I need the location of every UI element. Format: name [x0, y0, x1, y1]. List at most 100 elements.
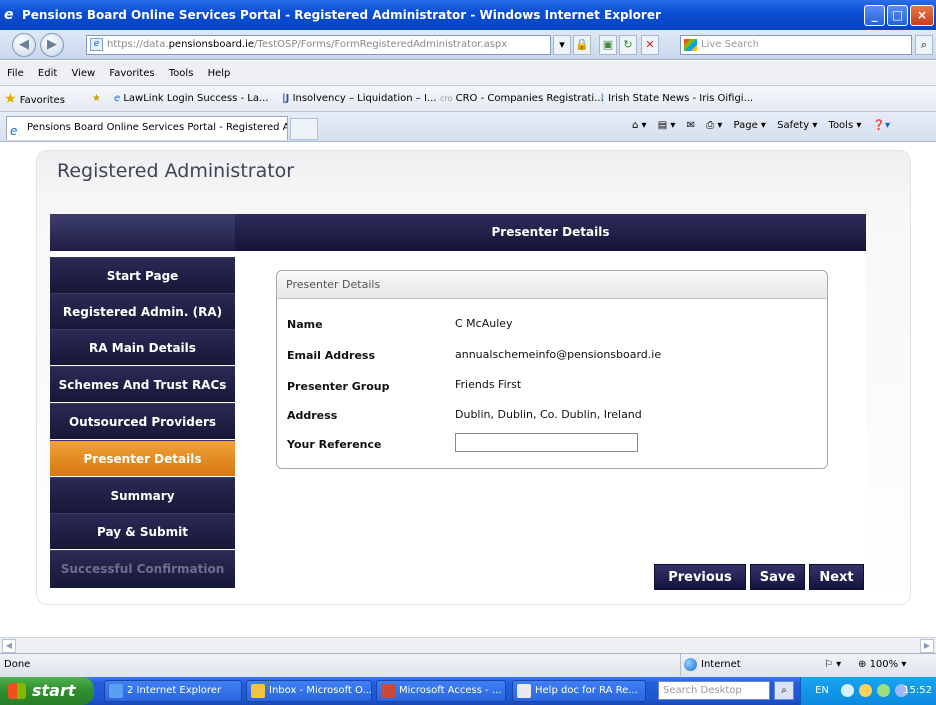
section-header: Presenter Details [235, 214, 866, 251]
new-tab-button[interactable] [290, 118, 318, 140]
nav-start-page[interactable]: Start Page [50, 257, 235, 293]
close-window-button[interactable]: × [910, 5, 934, 26]
start-button[interactable]: start [0, 677, 94, 705]
compatibility-icon[interactable]: ▣ [599, 35, 617, 55]
menu-edit[interactable]: Edit [38, 68, 57, 79]
clock: 15:52 [903, 685, 932, 696]
favorite-lawlink-label: LawLink Login Success - La... [123, 93, 269, 104]
nav-schemes-trust-racs[interactable]: Schemes And Trust RACs [50, 366, 235, 402]
task-help-doc[interactable]: Help doc for RA Re... [512, 680, 646, 702]
nav-registered-admin[interactable]: Registered Admin. (RA) [50, 293, 235, 329]
ie-page-icon: e [114, 93, 121, 104]
menu-view[interactable]: View [71, 68, 95, 79]
tray-app-icon[interactable] [859, 684, 872, 697]
email-value: annualschemeinfo@pensionsboard.ie [455, 348, 662, 361]
nav-presenter-details[interactable]: Presenter Details [50, 440, 235, 476]
favorite-insolvency-label: Insolvency – Liquidation – I... [292, 93, 437, 104]
access-icon [381, 684, 395, 698]
home-icon[interactable]: ⌂ ▾ [632, 120, 647, 131]
zoom-control[interactable]: ⊕ 100% ▾ [858, 654, 906, 676]
ie-tab-icon: e [10, 124, 18, 138]
page-menu[interactable]: Page ▾ [734, 120, 766, 131]
your-reference-input[interactable] [455, 433, 638, 452]
tray-network-icon[interactable] [877, 684, 890, 697]
j-site-icon: |J [282, 93, 290, 104]
protected-mode-icon[interactable]: ⚐ ▾ [824, 654, 841, 676]
refresh-icon[interactable]: ↻ [619, 35, 637, 55]
address-path: /TestOSP/Forms/FormRegisteredAdministrat… [254, 39, 508, 50]
desktop-search-icon[interactable]: ⌕ [774, 681, 794, 700]
system-tray: EN 15:52 [800, 677, 936, 705]
favorite-lawlink[interactable]: e LawLink Login Success - La... [114, 86, 269, 111]
task-internet-explorer[interactable]: 2 Internet Explorer [104, 680, 242, 702]
favorites-bar: ★ Favorites ★ e LawLink Login Success - … [0, 86, 936, 112]
ie-task-icon [109, 684, 123, 698]
help-icon[interactable]: ❓▾ [873, 120, 890, 131]
live-search-placeholder: Live Search [701, 39, 759, 50]
favorite-cro[interactable]: cro CRO - Companies Registrati... [440, 86, 604, 111]
favorites-button[interactable]: ★ Favorites [4, 86, 65, 111]
favorite-iris-label: Irish State News - Iris Oifigi... [608, 93, 754, 104]
favorite-iris[interactable]: ⌇ Irish State News - Iris Oifigi... [600, 86, 754, 111]
back-button[interactable]: ◀ [12, 33, 36, 57]
address-value: Dublin, Dublin, Co. Dublin, Ireland [455, 408, 642, 421]
name-value: C McAuley [455, 317, 513, 330]
lock-icon[interactable]: 🔒 [573, 35, 591, 55]
feeds-icon[interactable]: ▤ ▾ [658, 120, 676, 131]
task-help-doc-label: Help doc for RA Re... [535, 685, 638, 696]
document-icon [517, 684, 531, 698]
task-microsoft-access[interactable]: Microsoft Access - ... [376, 680, 506, 702]
next-button[interactable]: Next [809, 564, 864, 590]
scroll-left-icon[interactable]: ◀ [2, 639, 16, 653]
save-button[interactable]: Save [750, 564, 805, 590]
nav-ra-main-details[interactable]: RA Main Details [50, 329, 235, 365]
mail-icon[interactable]: ✉ [687, 120, 695, 131]
address-dropdown-icon[interactable]: ▾ [553, 35, 571, 55]
menu-tools[interactable]: Tools [169, 68, 194, 79]
nav-outsourced-providers[interactable]: Outsourced Providers [50, 403, 235, 439]
windows-taskbar: start 2 Internet Explorer Inbox - Micros… [0, 677, 936, 705]
desktop-search-input[interactable]: Search Desktop [658, 681, 770, 700]
browser-tab-active[interactable]: e Pensions Board Online Services Portal … [6, 116, 288, 140]
menu-favorites[interactable]: Favorites [109, 68, 154, 79]
stop-icon[interactable]: ✕ [641, 35, 659, 55]
maximize-button[interactable]: □ [887, 5, 908, 26]
tab-label: Pensions Board Online Services Portal - … [27, 122, 288, 133]
live-search-logo-icon [684, 39, 697, 51]
add-favorite-icon[interactable]: ★ [92, 86, 101, 111]
safety-menu[interactable]: Safety ▾ [777, 120, 817, 131]
cro-icon: cro [440, 94, 453, 103]
task-outlook-inbox[interactable]: Inbox - Microsoft O... [246, 680, 372, 702]
command-bar: ⌂ ▾ ▤ ▾ ✉ ⎙ ▾ Page ▾ Safety ▾ Tools ▾ ❓▾ [632, 112, 898, 142]
iris-icon: ⌇ [600, 93, 605, 104]
email-label: Email Address [287, 349, 376, 362]
window-titlebar: e Pensions Board Online Services Portal … [0, 0, 936, 30]
tools-menu[interactable]: Tools ▾ [829, 120, 862, 131]
task-access-label: Microsoft Access - ... [399, 685, 502, 696]
address-bar[interactable]: e https://data.pensionsboard.ie/TestOSP/… [86, 35, 551, 55]
search-icon[interactable]: ⌕ [915, 35, 933, 55]
minimize-button[interactable]: _ [864, 5, 885, 26]
print-icon[interactable]: ⎙ ▾ [706, 120, 722, 131]
zoom-value: 100% [869, 659, 899, 670]
live-search-input[interactable]: Live Search [680, 35, 912, 55]
window-title: Pensions Board Online Services Portal - … [22, 8, 661, 22]
previous-button[interactable]: Previous [654, 564, 746, 590]
tray-back-icon[interactable] [841, 684, 854, 697]
favorite-insolvency[interactable]: |J Insolvency – Liquidation – I... [282, 86, 437, 111]
menu-help[interactable]: Help [208, 68, 231, 79]
name-label: Name [287, 318, 323, 331]
forward-button[interactable]: ▶ [40, 33, 64, 57]
task-inbox-label: Inbox - Microsoft O... [269, 685, 372, 696]
address-secure-part: https://data. [107, 39, 169, 50]
nav-pay-submit[interactable]: Pay & Submit [50, 513, 235, 549]
scroll-right-icon[interactable]: ▶ [920, 639, 934, 653]
outlook-icon [251, 684, 265, 698]
page-title: Registered Administrator [57, 160, 295, 182]
language-indicator[interactable]: EN [815, 677, 829, 705]
menu-file[interactable]: File [7, 68, 24, 79]
nav-summary[interactable]: Summary [50, 477, 235, 513]
favorites-label: Favorites [19, 95, 65, 106]
horizontal-scrollbar[interactable]: ◀ ▶ [0, 637, 936, 653]
start-label: start [32, 681, 76, 700]
